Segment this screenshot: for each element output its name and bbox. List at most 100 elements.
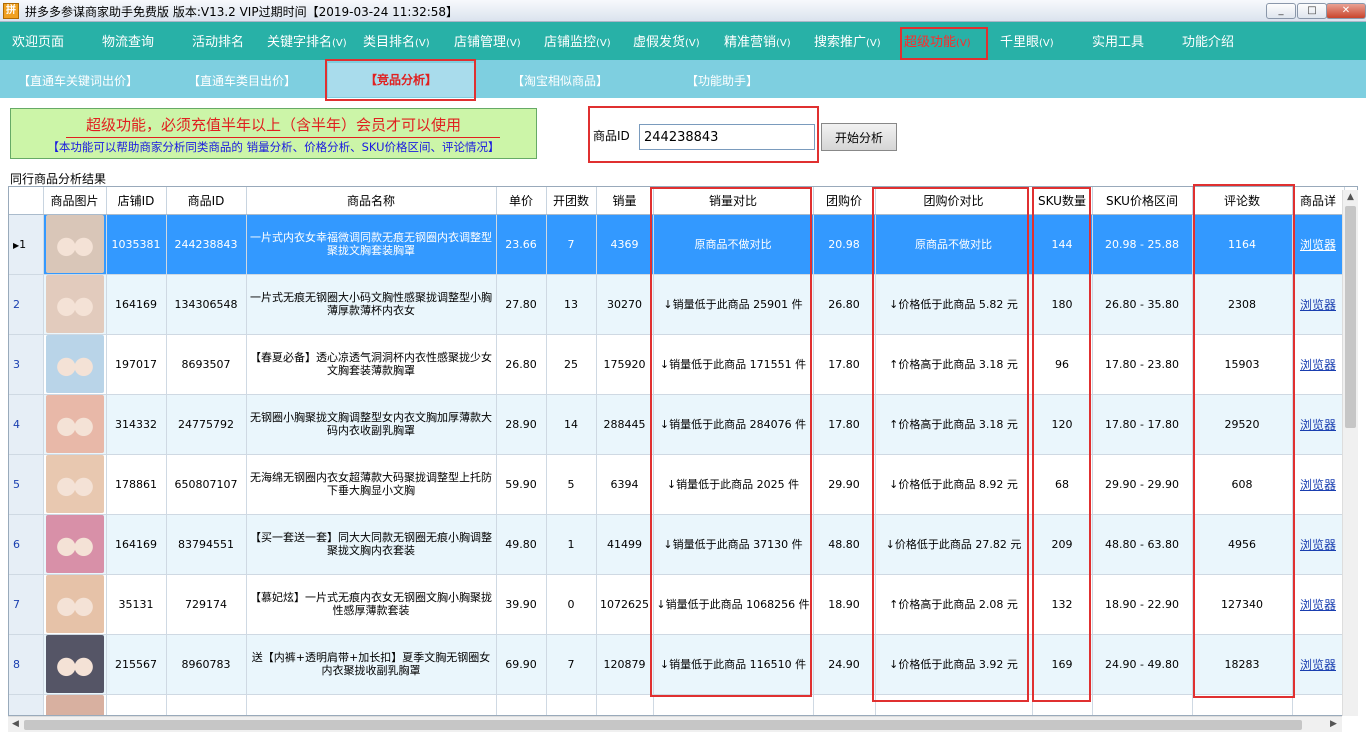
col-header-goods-name[interactable]: 商品名称: [246, 187, 497, 215]
tab-function-helper[interactable]: 【功能助手】: [686, 72, 758, 89]
col-header-sales[interactable]: 销量: [596, 187, 654, 215]
col-header-comments[interactable]: 评论数: [1192, 187, 1293, 215]
col-header-price[interactable]: 单价: [496, 187, 547, 215]
cell-goods-name: 无钢圈小胸聚拢文胸调整型女内衣文胸加厚薄款大码内衣收副乳胸罩: [246, 394, 497, 455]
minimize-button[interactable]: _: [1266, 3, 1296, 19]
menu-item-category-rank[interactable]: 类目排名(V): [363, 31, 430, 50]
table-header-row: 商品图片 店铺ID 商品ID 商品名称 单价 开团数 销量 销量对比 团购价 团…: [9, 187, 1345, 215]
menu-item-clairvoyance[interactable]: 千里眼(V): [1000, 31, 1054, 50]
menu-item-tools[interactable]: 实用工具: [1092, 31, 1144, 50]
col-header-sku-count[interactable]: SKU数量: [1032, 187, 1093, 215]
cell-shop-id: 178861: [106, 454, 167, 515]
cell-comments: 15903: [1192, 334, 1293, 395]
cell-group-price-compare: ↓价格低于此商品 8.92 元: [875, 454, 1033, 515]
open-in-browser-link[interactable]: 浏览器: [1300, 358, 1336, 372]
tab-competitor-analysis[interactable]: 【竞品分析】: [328, 63, 474, 97]
row-index[interactable]: 7: [9, 574, 44, 635]
row-index-label: 2: [13, 297, 20, 311]
start-analysis-button[interactable]: 开始分析: [821, 123, 897, 151]
table-row[interactable]: 3 197017 8693507 【春夏必备】透心凉透气洞洞杯内衣性感聚拢少女文胸套装…: [9, 334, 1345, 395]
menu-item-activity-rank[interactable]: 活动排名: [192, 31, 244, 50]
table-row[interactable]: 8 215567 8960783 送【内裤+透明肩带+加长扣】夏季文胸无钢圈女内衣聚拢…: [9, 634, 1345, 695]
table-row[interactable]: 2 164169 134306548 一片式无痕无钢圈大小码文胸性感聚拢调整型小胸薄厚…: [9, 274, 1345, 335]
menu-item-welcome[interactable]: 欢迎页面: [12, 31, 64, 50]
open-in-browser-link[interactable]: 浏览器: [1300, 238, 1336, 252]
table-row[interactable]: 6 164169 83794551 【买一套送一套】同大大同款无钢圈无痕小胸调整聚拢文…: [9, 514, 1345, 575]
cell-sales: 41499: [596, 514, 654, 575]
row-index[interactable]: 2: [9, 274, 44, 335]
menu-item-precision-marketing[interactable]: 精准营销(V): [724, 31, 791, 50]
menu-item-shop-manage[interactable]: 店铺管理(V): [454, 31, 521, 50]
col-header-groups[interactable]: 开团数: [546, 187, 597, 215]
cell-groups: 0: [546, 574, 597, 635]
open-in-browser-link[interactable]: 浏览器: [1300, 598, 1336, 612]
row-index[interactable]: 5: [9, 454, 44, 515]
table-row[interactable]: 【春夏新品】【买一送一】无钢圈一片式无痕 ↓销量低于此商品 100001: [9, 694, 1345, 715]
cell-sku-count: [1032, 694, 1093, 715]
horizontal-scroll-thumb[interactable]: [24, 720, 1302, 730]
col-header-goods-id[interactable]: 商品ID: [166, 187, 247, 215]
horizontal-scrollbar[interactable]: ◀ ▶: [8, 716, 1342, 732]
cell-group-price-compare: 原商品不做对比: [875, 214, 1033, 275]
open-in-browser-link[interactable]: 浏览器: [1300, 418, 1336, 432]
product-id-input[interactable]: [639, 124, 815, 150]
tab-through-train-category-bid[interactable]: 【直通车类目出价】: [188, 72, 296, 89]
menu-item-keyword-rank[interactable]: 关键字排名(V): [267, 31, 347, 50]
col-header-image[interactable]: 商品图片: [43, 187, 107, 215]
vertical-scrollbar[interactable]: ▲: [1342, 190, 1358, 716]
row-index-label: 7: [13, 597, 20, 611]
open-in-browser-link[interactable]: 浏览器: [1300, 658, 1336, 672]
open-in-browser-link[interactable]: 浏览器: [1300, 478, 1336, 492]
cell-groups: 14: [546, 394, 597, 455]
close-button[interactable]: ✕: [1326, 3, 1366, 19]
cell-price: 27.80: [496, 274, 547, 335]
scroll-up-icon[interactable]: ▲: [1347, 192, 1354, 202]
cell-sales-compare: ↓销量低于此商品 25901 件: [653, 274, 814, 335]
menu-item-intro[interactable]: 功能介绍: [1182, 31, 1234, 50]
table-row[interactable]: ▶1 1035381 244238843 一片式内衣女幸福微调同款无痕无钢圈内衣调整型…: [9, 214, 1345, 275]
cell-image: [43, 694, 107, 715]
menu-item-search-promo[interactable]: 搜索推广(V): [814, 31, 881, 50]
menu-item-fake-shipping[interactable]: 虚假发货(V): [633, 31, 700, 50]
vertical-scroll-thumb[interactable]: [1345, 206, 1356, 428]
row-index[interactable]: 6: [9, 514, 44, 575]
menu-item-super-function[interactable]: 超级功能(V): [904, 31, 971, 50]
row-index[interactable]: 4: [9, 394, 44, 455]
cell-sales: 1072625: [596, 574, 654, 635]
open-in-browser-link[interactable]: 浏览器: [1300, 298, 1336, 312]
cell-sku-range: [1092, 694, 1193, 715]
col-header-shop-id[interactable]: 店铺ID: [106, 187, 167, 215]
col-header-detail[interactable]: 商品详: [1292, 187, 1345, 215]
row-index[interactable]: ▶1: [9, 214, 44, 275]
menu-item-logistics[interactable]: 物流查询: [102, 31, 154, 50]
row-index[interactable]: 8: [9, 634, 44, 695]
open-in-browser-link[interactable]: 浏览器: [1300, 538, 1336, 552]
scroll-right-icon[interactable]: ▶: [1330, 719, 1337, 729]
table-row[interactable]: 4 314332 24775792 无钢圈小胸聚拢文胸调整型女内衣文胸加厚薄款大码内衣…: [9, 394, 1345, 455]
results-grid[interactable]: 商品图片 店铺ID 商品ID 商品名称 单价 开团数 销量 销量对比 团购价 团…: [8, 186, 1358, 716]
tab-through-train-keyword-bid[interactable]: 【直通车关键词出价】: [18, 72, 138, 89]
table-row[interactable]: 5 178861 650807107 无海绵无钢圈内衣女超薄款大码聚拢调整型上托防下垂…: [9, 454, 1345, 515]
cell-group-price: 24.90: [813, 634, 876, 695]
cell-goods-id: 244238843: [166, 214, 247, 275]
cell-goods-id: 8960783: [166, 634, 247, 695]
scroll-left-icon[interactable]: ◀: [12, 719, 19, 729]
col-header-sales-compare[interactable]: 销量对比: [653, 187, 814, 215]
cell-sku-range: 17.80 - 17.80: [1092, 394, 1193, 455]
maximize-button[interactable]: □: [1297, 3, 1327, 19]
row-index-label: 6: [13, 537, 20, 551]
cell-sales-compare: ↓销量低于此商品 171551 件: [653, 334, 814, 395]
row-index[interactable]: 3: [9, 334, 44, 395]
table-row[interactable]: 7 35131 729174 【慕妃炫】一片式无痕内衣女无钢圈文胸小胸聚拢性感厚薄款套…: [9, 574, 1345, 635]
col-header-group-price-compare[interactable]: 团购价对比: [875, 187, 1033, 215]
cell-price: 49.80: [496, 514, 547, 575]
menu-item-shop-monitor[interactable]: 店铺监控(V): [544, 31, 611, 50]
cell-sku-range: 29.90 - 29.90: [1092, 454, 1193, 515]
col-header-group-price[interactable]: 团购价: [813, 187, 876, 215]
row-index[interactable]: [9, 694, 44, 715]
cell-sales-compare: ↓销量低于此商品 284076 件: [653, 394, 814, 455]
tab-taobao-similar[interactable]: 【淘宝相似商品】: [512, 72, 608, 89]
cell-price: 59.90: [496, 454, 547, 515]
col-header-sku-range[interactable]: SKU价格区间: [1092, 187, 1193, 215]
cell-sales: 30270: [596, 274, 654, 335]
